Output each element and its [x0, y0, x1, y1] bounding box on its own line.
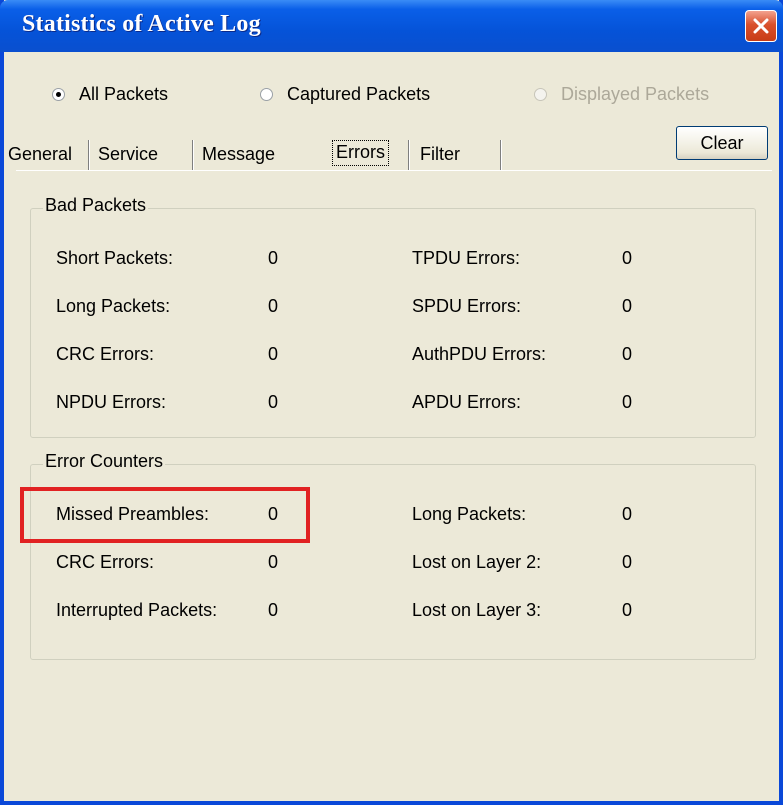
stat-label: SPDU Errors: [412, 296, 522, 316]
close-icon [753, 18, 769, 34]
stat-value: 0 [268, 392, 279, 412]
stat-label: Lost on Layer 3: [412, 600, 542, 620]
stat-value: 0 [268, 344, 279, 364]
stat-label: AuthPDU Errors: [412, 344, 547, 364]
tab-service[interactable]: Service [98, 136, 158, 172]
stat-label: TPDU Errors: [412, 248, 520, 268]
group-title: Bad Packets [43, 195, 149, 216]
stat-value: 0 [268, 248, 279, 268]
stat-label: NPDU Errors: [56, 392, 167, 412]
stat-label: APDU Errors: [412, 392, 522, 412]
group-title: Error Counters [43, 451, 166, 472]
radio-label: Captured Packets [287, 84, 431, 104]
close-button[interactable] [745, 10, 777, 42]
stat-label: Interrupted Packets: [56, 600, 218, 620]
radio-label-disabled: Displayed Packets [561, 84, 710, 104]
radio-all-packets[interactable]: All Packets [52, 84, 168, 105]
radio-indicator-selected[interactable] [52, 88, 65, 101]
stat-label: CRC Errors: [56, 344, 154, 364]
radio-label: All Packets [79, 84, 169, 104]
stat-value: 0 [622, 600, 633, 620]
stat-value: 0 [268, 296, 279, 316]
title-bar[interactable]: Statistics of Active Log [0, 0, 783, 52]
stat-value: 0 [622, 344, 633, 364]
stat-label: Long Packets: [56, 296, 171, 316]
stat-value: 0 [268, 552, 279, 572]
stat-value: 0 [622, 296, 633, 316]
tab-filter[interactable]: Filter [420, 136, 460, 172]
tab-errors[interactable]: Errors [332, 140, 389, 166]
stat-label: Long Packets: [412, 504, 527, 524]
stat-label: Lost on Layer 2: [412, 552, 542, 572]
tab-message[interactable]: Message [202, 136, 275, 172]
radio-indicator-disabled [534, 88, 547, 101]
radio-indicator[interactable] [260, 88, 273, 101]
statistics-dialog: Statistics of Active Log All Packets Cap… [0, 0, 783, 805]
stat-value: 0 [622, 504, 633, 524]
stat-value: 0 [622, 248, 633, 268]
stat-value: 0 [268, 600, 279, 620]
window-title: Statistics of Active Log [22, 11, 261, 37]
stat-value: 0 [622, 392, 633, 412]
radio-captured-packets[interactable]: Captured Packets [260, 84, 430, 105]
stat-label: CRC Errors: [56, 552, 154, 572]
stat-value: 0 [622, 552, 633, 572]
tab-general[interactable]: General [8, 136, 72, 172]
stat-label: Short Packets: [56, 248, 174, 268]
radio-displayed-packets: Displayed Packets [534, 84, 709, 105]
highlight-box-missed-preambles [20, 487, 310, 543]
clear-button[interactable]: Clear [676, 126, 768, 160]
